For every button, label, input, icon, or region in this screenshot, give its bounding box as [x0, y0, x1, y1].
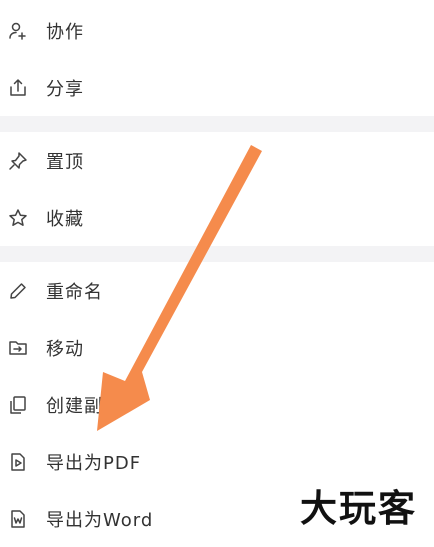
- menu-item-label: 重命名: [46, 281, 103, 303]
- menu-item-label: 导出为PDF: [46, 452, 142, 474]
- copy-icon: [7, 394, 29, 416]
- menu-item-rename[interactable]: 重命名: [0, 262, 434, 319]
- word-file-icon: [7, 508, 29, 530]
- menu-item-duplicate[interactable]: 创建副: [0, 376, 434, 433]
- menu-separator: [0, 246, 434, 262]
- pin-icon: [7, 150, 29, 172]
- menu-item-collaborate[interactable]: 协作: [0, 2, 434, 59]
- share-icon: [7, 77, 29, 99]
- watermark-text: 大玩客: [300, 487, 417, 530]
- menu-separator: [0, 116, 434, 132]
- collaborate-icon: [7, 20, 29, 42]
- menu-item-move[interactable]: 移动: [0, 319, 434, 376]
- menu-item-label: 分享: [46, 78, 84, 100]
- menu-item-label: 移动: [46, 338, 84, 360]
- menu-item-favorite[interactable]: 收藏: [0, 189, 434, 246]
- menu-item-label: 置顶: [46, 151, 84, 173]
- pencil-icon: [7, 280, 29, 302]
- star-icon: [7, 207, 29, 229]
- menu-item-pin[interactable]: 置顶: [0, 132, 434, 189]
- context-menu: 协作 分享 置顶 收藏 重命名 移动 创建副 导出为PDF 导出为Word: [0, 0, 434, 547]
- menu-item-label: 创建副: [46, 395, 103, 417]
- folder-move-icon: [7, 337, 29, 359]
- menu-item-label: 协作: [46, 21, 84, 43]
- pdf-file-icon: [7, 451, 29, 473]
- menu-item-share[interactable]: 分享: [0, 59, 434, 116]
- menu-item-label: 收藏: [46, 208, 84, 230]
